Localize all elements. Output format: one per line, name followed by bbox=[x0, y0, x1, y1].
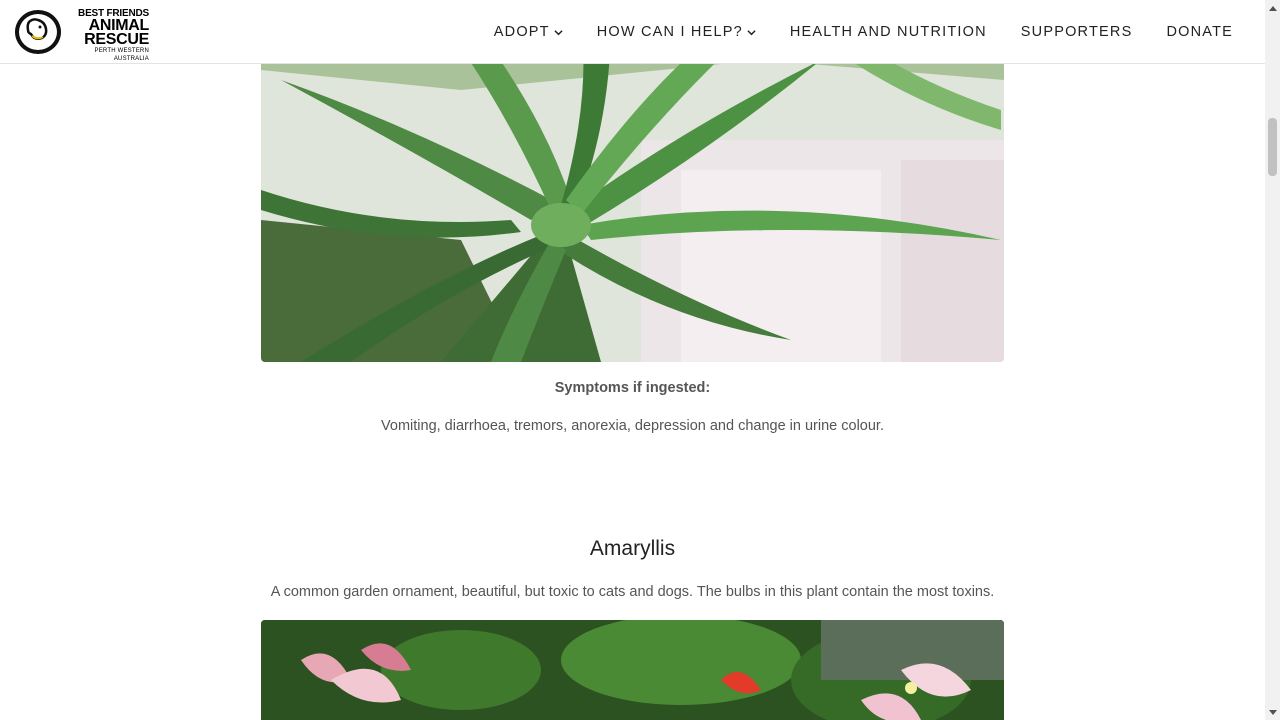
nav-item-donate[interactable]: DONATE bbox=[1166, 24, 1233, 40]
logo-line-4: PERTH WESTERN AUSTRALIA bbox=[94, 48, 149, 62]
aloe-plant-illustration bbox=[261, 20, 1004, 362]
arrow-down-icon bbox=[1268, 709, 1277, 715]
logo-line-3: RESCUE bbox=[84, 31, 149, 48]
nav-label: HOW CAN I HELP? bbox=[596, 24, 743, 40]
nav-label: DONATE bbox=[1166, 24, 1233, 40]
nav-item-adopt[interactable]: ADOPT bbox=[494, 24, 563, 40]
plant-description-amaryllis: A common garden ornament, beautiful, but… bbox=[270, 584, 995, 600]
nav-item-health-and-nutrition[interactable]: HEALTH AND NUTRITION bbox=[790, 24, 987, 40]
nav-label: HEALTH AND NUTRITION bbox=[789, 24, 987, 40]
symptoms-label: Symptoms if ingested: bbox=[554, 380, 711, 396]
logo-text: BEST FRIENDS ANIMAL RESCUE PERTH WESTERN… bbox=[59, 8, 149, 63]
nav-label: SUPPORTERS bbox=[1020, 24, 1133, 40]
scroll-down-button[interactable] bbox=[1265, 705, 1280, 720]
amaryllis-photo bbox=[261, 620, 1004, 720]
chevron-down-icon bbox=[747, 29, 756, 35]
scrollbar-thumb[interactable] bbox=[1268, 118, 1277, 176]
arrow-up-icon bbox=[1268, 5, 1277, 11]
dog-icon bbox=[26, 18, 48, 41]
chevron-down-icon bbox=[554, 29, 563, 35]
scroll-up-button[interactable] bbox=[1265, 0, 1280, 15]
site-header: BEST FRIENDS ANIMAL RESCUE PERTH WESTERN… bbox=[0, 0, 1265, 64]
nav-item-how-can-i-help[interactable]: HOW CAN I HELP? bbox=[597, 24, 756, 40]
nav-item-supporters[interactable]: SUPPORTERS bbox=[1021, 24, 1133, 40]
nav-label: ADOPT bbox=[493, 24, 550, 40]
plant-title-amaryllis: Amaryllis bbox=[589, 537, 676, 560]
symptoms-text: Vomiting, diarrhoea, tremors, anorexia, … bbox=[381, 418, 884, 434]
page-content: Symptoms if ingested: Vomiting, diarrhoe… bbox=[0, 0, 1265, 720]
main-nav: ADOPT HOW CAN I HELP? HEALTH AND NUTRITI… bbox=[460, 0, 1233, 64]
vertical-scrollbar[interactable] bbox=[1265, 0, 1280, 720]
site-logo[interactable]: BEST FRIENDS ANIMAL RESCUE PERTH WESTERN… bbox=[15, 8, 149, 62]
amaryllis-plant-illustration bbox=[261, 620, 1004, 720]
aloe-vera-photo bbox=[261, 20, 1004, 362]
